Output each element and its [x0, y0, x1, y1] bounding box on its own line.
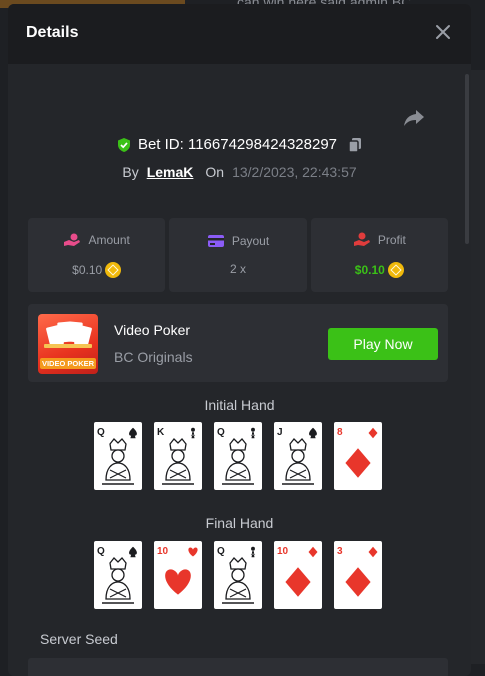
initial-hand-card: K: [154, 422, 202, 490]
card-rank: 10: [157, 546, 169, 557]
final-hand: Q 10 Q 10 3: [94, 541, 382, 609]
close-button[interactable]: [433, 22, 453, 42]
stat-profit: Profit $0.10: [310, 218, 448, 292]
bet-stats: Amount $0.10 Payout 2 x Profit $0.10: [28, 218, 448, 292]
card-rank: Q: [217, 546, 225, 557]
modal-scrollbar[interactable]: [465, 74, 469, 244]
stat-payout: Payout 2 x: [169, 218, 307, 292]
play-now-button[interactable]: Play Now: [328, 328, 438, 360]
final-hand-card: 10: [274, 541, 322, 609]
server-seed-field[interactable]: [28, 658, 448, 676]
by-label: By: [122, 164, 139, 180]
game-name: Video Poker: [114, 322, 191, 338]
card-rank: Q: [97, 546, 105, 557]
stat-payout-value: 2 x: [229, 262, 246, 276]
heart-icon: 10: [157, 546, 198, 595]
card-rank: Q: [97, 427, 105, 438]
card-rank: J: [277, 427, 283, 438]
stat-profit-label: Profit: [377, 233, 406, 247]
final-hand-card: Q: [94, 541, 142, 609]
share-button[interactable]: [403, 108, 425, 128]
modal-title: Details: [26, 24, 79, 41]
face-figure: [102, 438, 134, 485]
video-poker-thumbnail[interactable]: VIDEO POKER: [38, 314, 98, 374]
background-sidebar: [471, 70, 485, 664]
final-hand-title: Final Hand: [205, 515, 274, 531]
final-hand-card: 3: [334, 541, 382, 609]
final-hand-card: Q: [214, 541, 262, 609]
face-figure: [282, 438, 314, 485]
diamond-icon: 3: [337, 546, 378, 597]
spade-icon: Q: [97, 427, 137, 485]
game-card: VIDEO POKER Video Poker BC Originals Pla…: [28, 304, 448, 382]
face-figure: [102, 557, 134, 604]
cards-fan-icon: [44, 321, 92, 348]
face-figure: [222, 438, 254, 485]
stat-profit-value: $0.10: [354, 263, 385, 277]
bet-date: 13/2/2023, 22:43:57: [232, 164, 357, 180]
server-seed-label: Server Seed: [40, 631, 118, 647]
initial-hand-title: Initial Hand: [204, 397, 275, 413]
card-rank: K: [157, 427, 165, 438]
thumbnail-label: VIDEO POKER: [40, 358, 96, 369]
final-hand-card: 10: [154, 541, 202, 609]
stat-amount-label: Amount: [88, 233, 130, 247]
card-rank: 8: [337, 427, 343, 438]
stat-payout-label: Payout: [231, 234, 270, 248]
initial-hand-card: J: [274, 422, 322, 490]
hand-coin-icon: [64, 233, 81, 246]
bet-id-row: Bet ID: 116674298424328297: [8, 136, 471, 153]
spade-icon: Q: [97, 546, 137, 604]
wallet-icon: [207, 235, 224, 247]
copy-icon[interactable]: [347, 137, 363, 153]
club-icon: Q: [217, 427, 256, 485]
card-rank: 10: [277, 546, 289, 557]
club-icon: Q: [217, 546, 256, 604]
bet-author-row: By LemaK On 13/2/2023, 22:43:57: [8, 164, 471, 180]
bet-id-text: Bet ID: 116674298424328297: [137, 136, 338, 153]
club-icon: K: [157, 427, 196, 485]
bnb-coin-icon: [387, 262, 404, 278]
card-rank: 3: [337, 546, 343, 557]
stat-amount-value: $0.10: [72, 263, 103, 277]
card-rank: Q: [217, 427, 225, 438]
initial-hand: Q K Q J 8: [94, 422, 382, 490]
modal-header: Details: [8, 4, 471, 64]
stat-amount: Amount $0.10: [28, 218, 166, 292]
user-link[interactable]: LemaK: [147, 164, 194, 180]
initial-hand-card: Q: [214, 422, 262, 490]
game-provider: BC Originals: [114, 349, 193, 365]
bnb-coin-icon: [105, 262, 122, 278]
diamond-icon: 10: [277, 546, 318, 597]
close-icon: [436, 25, 450, 39]
initial-hand-card: 8: [334, 422, 382, 490]
face-figure: [222, 557, 254, 604]
face-figure: [162, 438, 194, 485]
initial-hand-card: Q: [94, 422, 142, 490]
spade-icon: J: [277, 427, 317, 485]
diamond-icon: 8: [337, 427, 378, 478]
money-hand-icon: [353, 232, 370, 246]
share-icon: [404, 110, 424, 126]
verified-shield-icon: [117, 137, 130, 152]
bet-details-modal: Details Bet ID: 116674298424328297 By Le…: [8, 4, 471, 676]
on-label: On: [205, 164, 225, 180]
